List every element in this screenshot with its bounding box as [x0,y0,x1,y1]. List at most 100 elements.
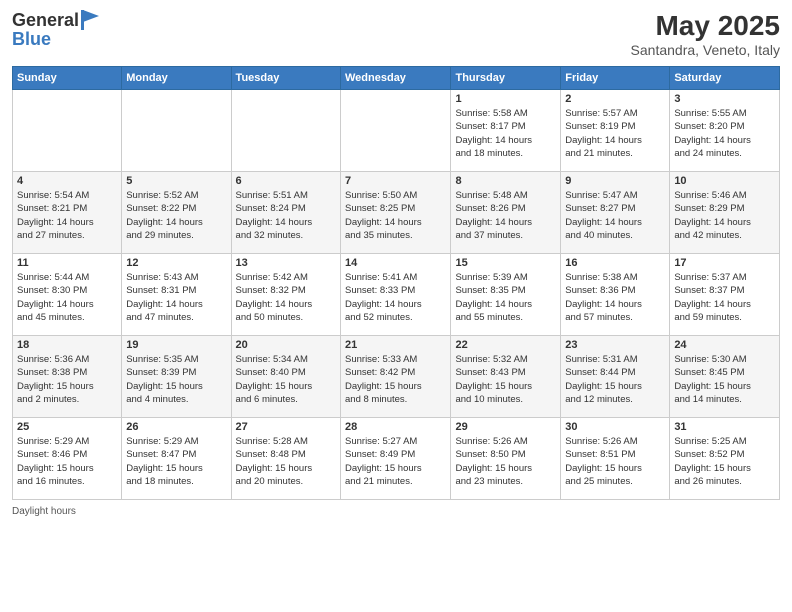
calendar-day-header: Thursday [451,67,561,90]
day-info: Sunrise: 5:25 AM Sunset: 8:52 PM Dayligh… [674,435,775,488]
calendar-week-row: 4 Sunrise: 5:54 AM Sunset: 8:21 PM Daylig… [13,172,780,254]
day-number: 23 [565,339,665,351]
calendar-cell: 13 Sunrise: 5:42 AM Sunset: 8:32 PM Dayli… [231,254,340,336]
day-info: Sunrise: 5:58 AM Sunset: 8:17 PM Dayligh… [455,107,556,160]
daylight-label: Daylight hours [12,506,76,517]
day-info: Sunrise: 5:31 AM Sunset: 8:44 PM Dayligh… [565,353,665,406]
day-number: 30 [565,421,665,433]
day-info: Sunrise: 5:29 AM Sunset: 8:46 PM Dayligh… [17,435,117,488]
day-info: Sunrise: 5:26 AM Sunset: 8:51 PM Dayligh… [565,435,665,488]
calendar-cell: 16 Sunrise: 5:38 AM Sunset: 8:36 PM Dayli… [561,254,670,336]
header: General Blue May 2025 Santandra, Veneto,… [12,10,780,58]
calendar-week-row: 18 Sunrise: 5:36 AM Sunset: 8:38 PM Dayli… [13,336,780,418]
calendar-cell: 7 Sunrise: 5:50 AM Sunset: 8:25 PM Daylig… [341,172,451,254]
calendar-week-row: 25Sunrise: 5:29 AM Sunset: 8:46 PM Dayli… [13,418,780,500]
day-info: Sunrise: 5:38 AM Sunset: 8:36 PM Dayligh… [565,271,665,324]
day-number: 6 [236,175,336,187]
day-info: Sunrise: 5:27 AM Sunset: 8:49 PM Dayligh… [345,435,446,488]
day-info: Sunrise: 5:37 AM Sunset: 8:37 PM Dayligh… [674,271,775,324]
calendar-cell: 21 Sunrise: 5:33 AM Sunset: 8:42 PM Dayli… [341,336,451,418]
calendar-cell: 2 Sunrise: 5:57 AM Sunset: 8:19 PM Daylig… [561,90,670,172]
title-block: May 2025 Santandra, Veneto, Italy [631,10,780,58]
calendar-cell: 18 Sunrise: 5:36 AM Sunset: 8:38 PM Dayli… [13,336,122,418]
day-number: 29 [455,421,556,433]
calendar-cell [13,90,122,172]
day-info: Sunrise: 5:47 AM Sunset: 8:27 PM Dayligh… [565,189,665,242]
day-info: Sunrise: 5:35 AM Sunset: 8:39 PM Dayligh… [126,353,226,406]
main-title: May 2025 [631,10,780,42]
calendar-day-header: Friday [561,67,670,90]
calendar-cell: 17 Sunrise: 5:37 AM Sunset: 8:37 PM Dayli… [670,254,780,336]
day-number: 22 [455,339,556,351]
day-number: 10 [674,175,775,187]
day-info: Sunrise: 5:36 AM Sunset: 8:38 PM Dayligh… [17,353,117,406]
calendar-cell: 27 Sunrise: 5:28 AM Sunset: 8:48 PM Dayli… [231,418,340,500]
calendar-cell: 9 Sunrise: 5:47 AM Sunset: 8:27 PM Daylig… [561,172,670,254]
calendar-cell: 1 Sunrise: 5:58 AM Sunset: 8:17 PM Daylig… [451,90,561,172]
day-number: 18 [17,339,117,351]
day-number: 3 [674,93,775,105]
logo-blue-text: Blue [12,29,99,50]
calendar-cell: 10 Sunrise: 5:46 AM Sunset: 8:29 PM Dayli… [670,172,780,254]
day-info: Sunrise: 5:52 AM Sunset: 8:22 PM Dayligh… [126,189,226,242]
logo-flag-icon [81,10,99,30]
day-number: 11 [17,257,117,269]
calendar-cell: 6 Sunrise: 5:51 AM Sunset: 8:24 PM Daylig… [231,172,340,254]
day-number: 19 [126,339,226,351]
calendar-cell: 19 Sunrise: 5:35 AM Sunset: 8:39 PM Dayli… [122,336,231,418]
day-number: 24 [674,339,775,351]
day-number: 8 [455,175,556,187]
day-info: Sunrise: 5:51 AM Sunset: 8:24 PM Dayligh… [236,189,336,242]
calendar-cell: 24 Sunrise: 5:30 AM Sunset: 8:45 PM Dayli… [670,336,780,418]
day-number: 17 [674,257,775,269]
calendar-week-row: 1 Sunrise: 5:58 AM Sunset: 8:17 PM Daylig… [13,90,780,172]
calendar-cell: 8 Sunrise: 5:48 AM Sunset: 8:26 PM Daylig… [451,172,561,254]
day-info: Sunrise: 5:33 AM Sunset: 8:42 PM Dayligh… [345,353,446,406]
day-number: 7 [345,175,446,187]
calendar-cell: 4 Sunrise: 5:54 AM Sunset: 8:21 PM Daylig… [13,172,122,254]
calendar-cell: 25Sunrise: 5:29 AM Sunset: 8:46 PM Dayli… [13,418,122,500]
day-number: 28 [345,421,446,433]
day-info: Sunrise: 5:43 AM Sunset: 8:31 PM Dayligh… [126,271,226,324]
day-info: Sunrise: 5:57 AM Sunset: 8:19 PM Dayligh… [565,107,665,160]
day-info: Sunrise: 5:39 AM Sunset: 8:35 PM Dayligh… [455,271,556,324]
logo: General Blue [12,10,99,50]
day-info: Sunrise: 5:46 AM Sunset: 8:29 PM Dayligh… [674,189,775,242]
day-number: 1 [455,93,556,105]
calendar-header-row: SundayMondayTuesdayWednesdayThursdayFrid… [13,67,780,90]
day-info: Sunrise: 5:44 AM Sunset: 8:30 PM Dayligh… [17,271,117,324]
day-info: Sunrise: 5:32 AM Sunset: 8:43 PM Dayligh… [455,353,556,406]
day-info: Sunrise: 5:30 AM Sunset: 8:45 PM Dayligh… [674,353,775,406]
day-number: 2 [565,93,665,105]
day-number: 13 [236,257,336,269]
calendar-cell [231,90,340,172]
calendar-cell: 12 Sunrise: 5:43 AM Sunset: 8:31 PM Dayli… [122,254,231,336]
day-info: Sunrise: 5:42 AM Sunset: 8:32 PM Dayligh… [236,271,336,324]
day-number: 9 [565,175,665,187]
calendar-day-header: Monday [122,67,231,90]
day-number: 5 [126,175,226,187]
day-number: 16 [565,257,665,269]
day-number: 21 [345,339,446,351]
subtitle: Santandra, Veneto, Italy [631,42,780,58]
day-info: Sunrise: 5:26 AM Sunset: 8:50 PM Dayligh… [455,435,556,488]
day-number: 20 [236,339,336,351]
calendar-cell: 3Sunrise: 5:55 AM Sunset: 8:20 PM Daylig… [670,90,780,172]
calendar-cell: 23 Sunrise: 5:31 AM Sunset: 8:44 PM Dayli… [561,336,670,418]
calendar-table: SundayMondayTuesdayWednesdayThursdayFrid… [12,66,780,500]
day-number: 14 [345,257,446,269]
day-info: Sunrise: 5:34 AM Sunset: 8:40 PM Dayligh… [236,353,336,406]
day-number: 12 [126,257,226,269]
day-number: 27 [236,421,336,433]
day-number: 4 [17,175,117,187]
calendar-cell: 11 Sunrise: 5:44 AM Sunset: 8:30 PM Dayli… [13,254,122,336]
calendar-cell: 26Sunrise: 5:29 AM Sunset: 8:47 PM Dayli… [122,418,231,500]
day-info: Sunrise: 5:28 AM Sunset: 8:48 PM Dayligh… [236,435,336,488]
calendar-cell: 14 Sunrise: 5:41 AM Sunset: 8:33 PM Dayli… [341,254,451,336]
day-info: Sunrise: 5:48 AM Sunset: 8:26 PM Dayligh… [455,189,556,242]
day-info: Sunrise: 5:50 AM Sunset: 8:25 PM Dayligh… [345,189,446,242]
day-info: Sunrise: 5:54 AM Sunset: 8:21 PM Dayligh… [17,189,117,242]
calendar-cell: 31Sunrise: 5:25 AM Sunset: 8:52 PM Dayli… [670,418,780,500]
calendar-week-row: 11 Sunrise: 5:44 AM Sunset: 8:30 PM Dayli… [13,254,780,336]
day-info: Sunrise: 5:41 AM Sunset: 8:33 PM Dayligh… [345,271,446,324]
